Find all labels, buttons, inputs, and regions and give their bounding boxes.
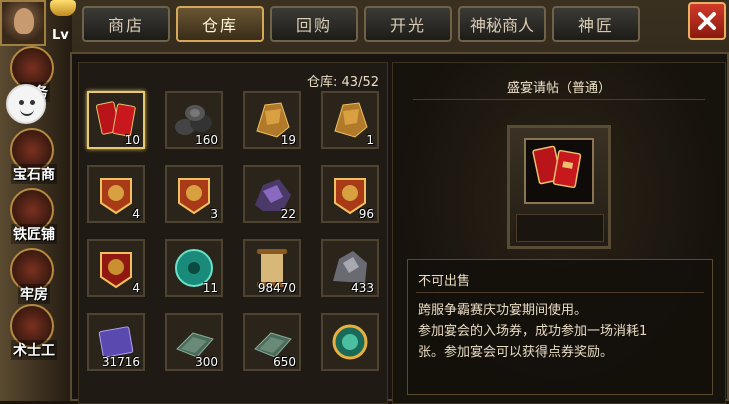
item-quantity: 4: [132, 207, 140, 221]
divider: [416, 292, 704, 293]
item-display-pedestal: [507, 125, 611, 249]
item-description-box: 不可出售 跨服争霸赛庆功宴期间使用。 参加宴会的入场券，成功参加一场消耗1 张。…: [407, 259, 713, 395]
warlock-button[interactable]: 术士工: [2, 300, 66, 360]
gold-ingot-icon: [50, 0, 76, 16]
red-envelope-icon: [532, 145, 582, 189]
gem-shop-label: 宝石商: [11, 164, 57, 184]
inventory-slot[interactable]: 300: [165, 313, 223, 371]
item-quantity: 1: [366, 133, 374, 147]
item-quantity: 31716: [101, 355, 140, 369]
inventory-slot[interactable]: [321, 313, 379, 371]
inventory-slot[interactable]: 160: [165, 91, 223, 149]
item-preview: [524, 138, 594, 204]
inventory-slot[interactable]: 3: [165, 165, 223, 223]
item-description: 跨服争霸赛庆功宴期间使用。 参加宴会的入场券，成功参加一场消耗1 张。参加宴会可…: [418, 300, 702, 363]
warehouse-capacity: 仓库: 43/52: [307, 75, 379, 90]
inventory-slot[interactable]: 19: [243, 91, 301, 149]
player-portrait[interactable]: [0, 0, 46, 46]
prison-button[interactable]: 牢房: [2, 244, 66, 304]
description-line: 张。参加宴会可以获得点券奖励。: [418, 345, 614, 360]
portrait-face: [14, 8, 34, 34]
tab-bar: 商店 仓库 回购 开光 神秘商人 神匠: [76, 4, 676, 44]
blacksmith-button[interactable]: 铁匠铺: [2, 184, 66, 244]
item-quantity: 3: [210, 207, 218, 221]
inventory-slot[interactable]: 10: [87, 91, 145, 149]
tab-consecrate[interactable]: 开光: [364, 6, 452, 42]
inventory-slot[interactable]: 4: [87, 165, 145, 223]
divider: [413, 99, 705, 100]
pedestal-base: [516, 214, 604, 242]
item-quantity: 22: [280, 207, 296, 221]
inventory-slot[interactable]: 1: [321, 91, 379, 149]
gem-shop-button[interactable]: 宝石商: [2, 124, 66, 184]
item-quantity: 160: [195, 133, 218, 147]
inventory-slot[interactable]: 650: [243, 313, 301, 371]
item-quantity: 11: [202, 281, 218, 295]
not-for-sale-label: 不可出售: [418, 274, 471, 289]
close-button[interactable]: [688, 2, 726, 40]
item-quantity: 300: [195, 355, 218, 369]
dragon-orb-icon: [332, 324, 368, 360]
tab-buyback[interactable]: 回购: [270, 6, 358, 42]
item-quantity: 650: [273, 355, 296, 369]
tab-shop[interactable]: 商店: [82, 6, 170, 42]
item-quantity: 96: [358, 207, 374, 221]
item-name: 盛宴请帖（普通）: [506, 81, 611, 96]
inventory-slot[interactable]: 4: [87, 239, 145, 297]
description-line: 参加宴会的入场券，成功参加一场消耗1: [418, 324, 648, 339]
warlock-label: 术士工: [11, 340, 57, 360]
description-line: 跨服争霸赛庆功宴期间使用。: [418, 303, 588, 318]
tab-divine-smith[interactable]: 神匠: [552, 6, 640, 42]
tab-warehouse[interactable]: 仓库: [176, 6, 264, 42]
tab-mystery-merchant[interactable]: 神秘商人: [458, 6, 546, 42]
blacksmith-label: 铁匠铺: [11, 224, 57, 244]
left-hud: Lv 任务 宝石商 铁匠铺 牢房 术士工: [0, 0, 76, 401]
item-quantity: 19: [280, 133, 296, 147]
inventory-grid: 仓库: 43/52 10 160 19 1 4 3 22 96 4 11 98470 433 31716…: [78, 62, 388, 404]
inventory-slot[interactable]: 31716: [87, 313, 145, 371]
warehouse-panel: 仓库: 43/52 10 160 19 1 4 3 22 96 4 11 98470 433 31716…: [70, 52, 729, 404]
chat-face-icon[interactable]: [6, 84, 46, 124]
item-quantity: 10: [124, 133, 140, 147]
item-quantity: 4: [132, 281, 140, 295]
inventory-slot[interactable]: 22: [243, 165, 301, 223]
close-icon: [698, 12, 716, 30]
inventory-slot[interactable]: 433: [321, 239, 379, 297]
inventory-slot[interactable]: 98470: [243, 239, 301, 297]
inventory-slot[interactable]: 96: [321, 165, 379, 223]
item-detail-pane: 盛宴请帖（普通） 不可出售 跨服争霸赛庆功宴期间使用。 参加宴会的入场券，成功参…: [392, 62, 726, 404]
item-quantity: 98470: [257, 281, 296, 295]
level-label: Lv: [52, 28, 69, 43]
inventory-slot[interactable]: 11: [165, 239, 223, 297]
item-quantity: 433: [351, 281, 374, 295]
